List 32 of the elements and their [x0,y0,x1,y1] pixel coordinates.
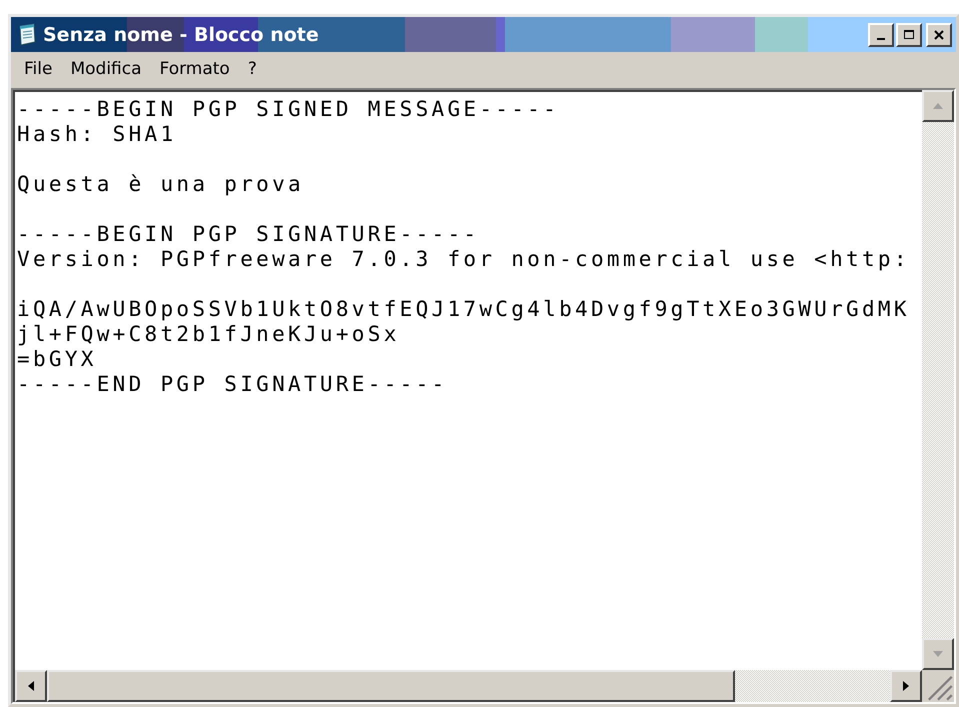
scroll-left-button[interactable] [15,670,47,702]
close-icon [933,28,945,40]
text-line: Version: PGPfreeware 7.0.3 for non-commercial use <http: [17,247,910,272]
close-button[interactable] [926,22,952,46]
text-line: iQA/AwUBOpoSSVb1UktO8vtfEQJ17wCg4lb4Dvgf9gTtXEo3GWUrGdMK [17,297,910,322]
down-arrow-icon [931,649,945,659]
left-arrow-icon [26,679,36,693]
window-title: Senza nome - Blocco note [43,24,319,46]
menu-item[interactable]: Modifica [61,57,151,81]
vertical-scrollbar[interactable] [922,90,954,670]
scroll-thumb[interactable] [47,670,735,702]
text-line: jl+FQw+C8t2b1fJneKJu+oSx [17,322,400,347]
text-line: -----BEGIN PGP SIGNATURE----- [17,222,480,247]
text-editor[interactable] [13,90,922,670]
scroll-down-button[interactable] [922,638,954,670]
right-arrow-icon [901,679,911,693]
text-line: Hash: SHA1 [17,122,176,147]
menu-item[interactable]: ? [238,57,266,81]
text-line: -----END PGP SIGNATURE----- [17,372,448,397]
menu-item[interactable]: Formato [150,57,239,81]
horizontal-scrollbar[interactable] [13,670,922,702]
minimize-button[interactable] [868,22,894,46]
scroll-up-button[interactable] [922,90,954,122]
scroll-right-button[interactable] [890,670,922,702]
minimize-icon [877,38,885,40]
menu-item[interactable]: File [15,57,62,81]
text-line: =bGYX [17,347,97,372]
text-line: Questa è una prova [17,172,304,197]
maximize-button[interactable] [896,22,922,46]
up-arrow-icon [931,101,945,111]
maximize-icon [903,28,915,40]
text-line: -----BEGIN PGP SIGNED MESSAGE----- [17,97,560,122]
